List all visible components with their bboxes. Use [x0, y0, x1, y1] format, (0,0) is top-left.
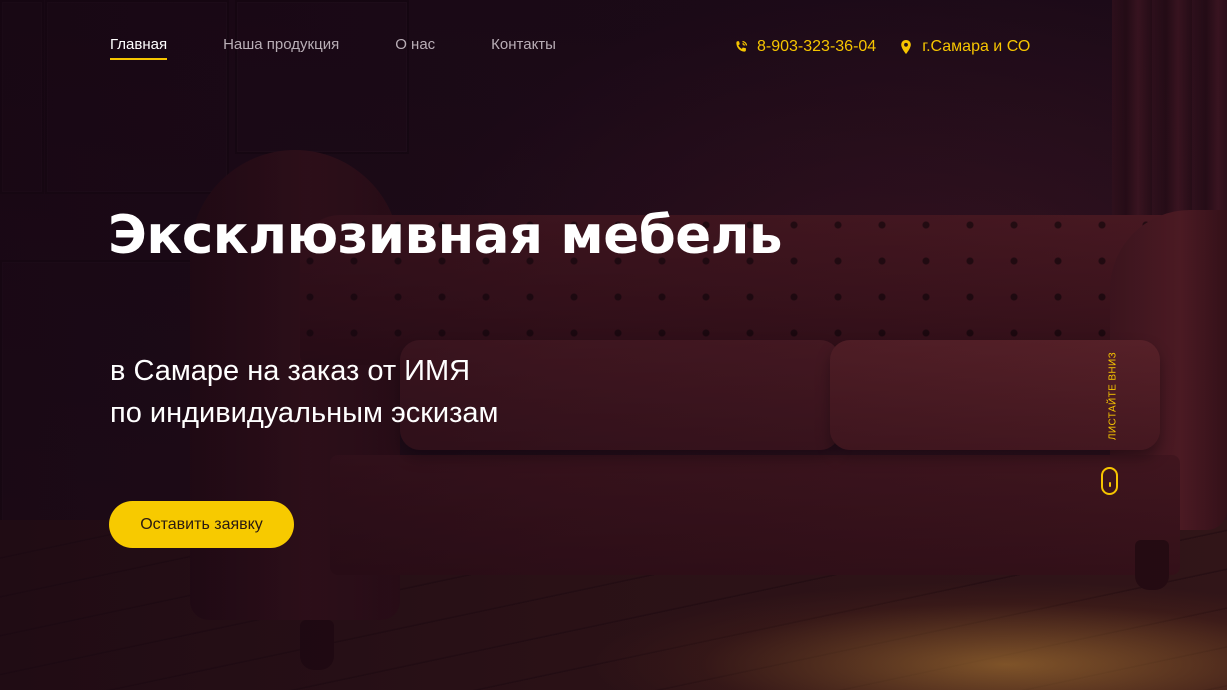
- phone-number: 8-903-323-36-04: [757, 38, 877, 55]
- header-contacts: 8-903-323-36-04 г.Самара и СО: [733, 38, 1030, 56]
- nav-item-products[interactable]: Наша продукция: [223, 36, 339, 60]
- scroll-down-label: ЛИСТАЙТЕ ВНИЗ: [1107, 351, 1119, 441]
- hero-subtitle-line-1: в Самаре на заказ от ИМЯ: [110, 355, 471, 387]
- location-text: г.Самара и СО: [922, 38, 1031, 55]
- location-link[interactable]: г.Самара и СО: [898, 38, 1030, 56]
- nav-item-home[interactable]: Главная: [110, 36, 168, 60]
- request-button[interactable]: Оставить заявку: [109, 501, 294, 548]
- map-pin-icon: [901, 40, 912, 54]
- hero-background: [0, 0, 1227, 690]
- mouse-wheel: [1108, 482, 1111, 487]
- main-nav: Главная Наша продукция О нас Контакты: [110, 36, 556, 60]
- nav-item-about[interactable]: О нас: [395, 36, 435, 60]
- nav-item-contacts[interactable]: Контакты: [491, 36, 556, 60]
- dark-overlay: [0, 0, 1227, 690]
- mouse-icon[interactable]: [1101, 467, 1118, 495]
- phone-link[interactable]: 8-903-323-36-04: [733, 38, 876, 56]
- hero-title: Эксклюзивная мебель: [108, 205, 783, 266]
- hero-subtitle-line-2: по индивидуальным эскизам: [110, 397, 499, 429]
- phone-icon: [736, 40, 748, 52]
- hero-subtitle: в Самаре на заказ от ИМЯ по индивидуальн…: [110, 350, 498, 434]
